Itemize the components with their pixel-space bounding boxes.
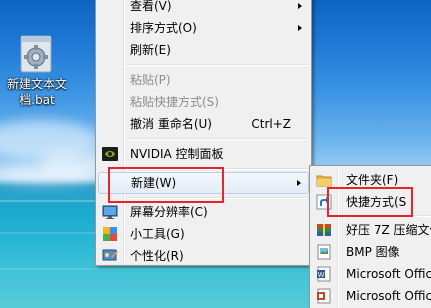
menu-item-label: 小工具(G) xyxy=(130,227,185,241)
desktop-file-label: 新建文本文 档.bat xyxy=(4,76,70,108)
menu-item-label: 排序方式(O) xyxy=(130,21,197,35)
desktop-file-label-line1: 新建文本文 xyxy=(6,77,67,91)
menu-separator xyxy=(126,64,308,66)
submenu-item-shortcut[interactable]: 快捷方式(S xyxy=(312,191,431,213)
menu-item-nvidia-control-panel[interactable]: NVIDIA 控制面板 xyxy=(98,143,309,165)
menu-item-new[interactable]: 新建(W) xyxy=(98,172,309,194)
office-doc-icon xyxy=(316,288,332,304)
gadgets-icon xyxy=(102,226,118,242)
menu-separator xyxy=(126,138,308,140)
menu-item-label: Microsoft Offic xyxy=(346,267,431,281)
menu-separator xyxy=(126,168,308,170)
submenu-item-microsoft-office-1[interactable]: W Microsoft Offic xyxy=(312,263,431,285)
menu-item-label: 查看(V) xyxy=(130,0,172,13)
desktop-background[interactable]: 新建文本文 档.bat 查看(V) 排序方式(O) 刷新(E) 粘贴(P) 粘贴… xyxy=(0,0,431,308)
menu-item-label: Microsoft Offic xyxy=(346,289,431,303)
shortcut-icon xyxy=(316,194,332,210)
menu-item-paste[interactable]: 粘贴(P) xyxy=(98,69,309,91)
bmp-image-icon xyxy=(316,244,332,260)
menu-item-gadgets[interactable]: 小工具(G) xyxy=(98,223,309,245)
menu-item-label: 粘贴(P) xyxy=(130,73,171,87)
nvidia-icon xyxy=(102,146,118,162)
submenu-item-7z-archive[interactable]: 好压 7Z 压缩文件 xyxy=(312,219,431,241)
menu-item-label: 刷新(E) xyxy=(130,43,171,57)
desktop-file-label-line2: 档.bat xyxy=(19,93,55,107)
7z-archive-icon xyxy=(316,222,332,238)
menu-item-label: 好压 7Z 压缩文件 xyxy=(346,223,431,237)
menu-item-label: NVIDIA 控制面板 xyxy=(130,147,224,161)
personalize-icon xyxy=(102,248,118,264)
menu-item-label: 个性化(R) xyxy=(130,249,184,263)
desktop-context-menu: 查看(V) 排序方式(O) 刷新(E) 粘贴(P) 粘贴快捷方式(S) 撤消 重… xyxy=(95,0,312,266)
menu-item-sort-by[interactable]: 排序方式(O) xyxy=(98,17,309,39)
menu-separator xyxy=(340,215,431,217)
desktop-file-icon[interactable]: 新建文本文 档.bat xyxy=(4,34,70,108)
submenu-arrow-icon xyxy=(298,3,302,9)
word-doc-icon: W xyxy=(316,266,332,282)
submenu-item-microsoft-office-2[interactable]: Microsoft Offic xyxy=(312,285,431,307)
menu-item-label: 文件夹(F) xyxy=(346,173,399,187)
batch-file-gear-icon xyxy=(17,34,57,74)
display-icon xyxy=(102,204,118,220)
submenu-arrow-icon xyxy=(298,25,302,31)
menu-item-refresh[interactable]: 刷新(E) xyxy=(98,39,309,61)
new-submenu: 文件夹(F) 快捷方式(S 好压 7Z 压缩文件 xyxy=(309,165,431,308)
menu-item-label: 屏幕分辨率(C) xyxy=(130,205,208,219)
menu-item-label: 新建(W) xyxy=(131,176,177,190)
folder-icon xyxy=(316,172,332,188)
menu-item-label: 撤消 重命名(U) xyxy=(130,117,212,131)
menu-item-personalize[interactable]: 个性化(R) xyxy=(98,245,309,267)
menu-item-screen-resolution[interactable]: 屏幕分辨率(C) xyxy=(98,201,309,223)
menu-item-undo-rename[interactable]: 撤消 重命名(U) Ctrl+Z xyxy=(98,113,309,135)
menu-separator xyxy=(126,197,308,199)
menu-item-label: 快捷方式(S xyxy=(346,195,407,209)
cloud-decoration xyxy=(0,165,100,183)
svg-text:W: W xyxy=(318,272,325,279)
menu-item-shortcut: Ctrl+Z xyxy=(251,117,291,131)
menu-item-label: BMP 图像 xyxy=(346,245,400,259)
menu-item-view[interactable]: 查看(V) xyxy=(98,0,309,17)
menu-item-label: 粘贴快捷方式(S) xyxy=(130,95,219,109)
submenu-item-folder[interactable]: 文件夹(F) xyxy=(312,169,431,191)
submenu-arrow-icon xyxy=(297,180,301,186)
submenu-item-bmp-image[interactable]: BMP 图像 xyxy=(312,241,431,263)
menu-item-paste-shortcut[interactable]: 粘贴快捷方式(S) xyxy=(98,91,309,113)
